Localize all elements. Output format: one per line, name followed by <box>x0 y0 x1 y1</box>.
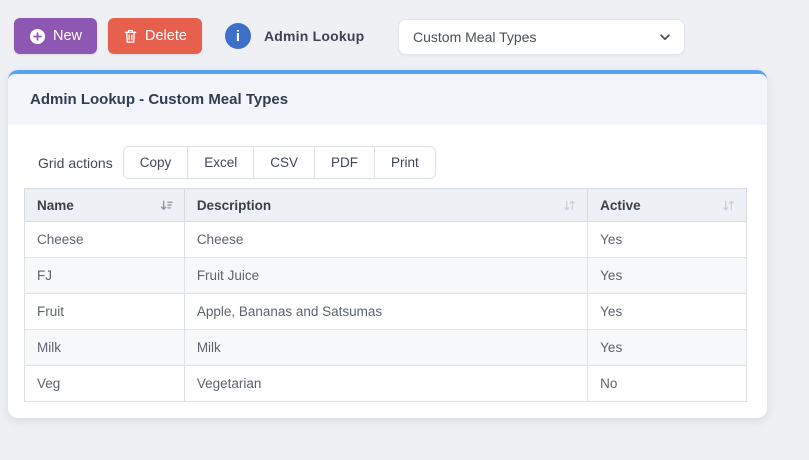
chevron-down-icon <box>658 30 672 44</box>
table-row[interactable]: Veg Vegetarian No <box>24 365 747 402</box>
column-header-active[interactable]: Active <box>587 188 747 222</box>
grid-actions-bar: Grid actions Copy Excel CSV PDF Print <box>38 146 751 179</box>
cell-active: Yes <box>587 221 747 258</box>
trash-icon <box>123 28 138 44</box>
sort-unsorted-icon <box>562 198 577 213</box>
delete-button-label: Delete <box>145 28 187 44</box>
card-body: Grid actions Copy Excel CSV PDF Print Na… <box>8 125 767 402</box>
table-header: Name Description Active <box>24 188 747 222</box>
cell-description: Milk <box>183 329 589 366</box>
table-row[interactable]: Milk Milk Yes <box>24 329 747 366</box>
toolbar: New Delete i Admin Lookup <box>14 18 364 54</box>
admin-lookup-label: Admin Lookup <box>263 28 365 44</box>
cell-active: No <box>587 365 747 402</box>
cell-active: Yes <box>587 293 747 330</box>
table-row[interactable]: Cheese Cheese Yes <box>24 221 747 258</box>
export-button-group: Copy Excel CSV PDF Print <box>122 146 436 179</box>
cell-active: Yes <box>587 257 747 294</box>
column-header-description-label: Description <box>196 197 272 213</box>
table-row[interactable]: FJ Fruit Juice Yes <box>24 257 747 294</box>
info-icon[interactable]: i <box>224 23 251 49</box>
cell-description: Vegetarian <box>183 365 589 402</box>
sort-descending-icon <box>159 198 174 213</box>
plus-circle-icon <box>29 28 46 45</box>
grid-actions-label: Grid actions <box>38 154 113 171</box>
cell-name: Veg <box>24 365 185 402</box>
column-header-active-label: Active <box>600 197 641 213</box>
table-header-row: Name Description Active <box>24 188 747 222</box>
cell-name: Milk <box>24 329 185 366</box>
admin-lookup-card: Admin Lookup - Custom Meal Types Grid ac… <box>8 70 767 418</box>
cell-active: Yes <box>587 329 747 366</box>
cell-name: Fruit <box>24 293 185 330</box>
delete-button[interactable]: Delete <box>108 18 202 54</box>
column-header-description[interactable]: Description <box>183 188 589 222</box>
pdf-button[interactable]: PDF <box>314 146 375 179</box>
column-header-name-label: Name <box>37 197 74 213</box>
sort-unsorted-icon <box>721 198 736 213</box>
cell-name: Cheese <box>24 221 185 258</box>
card-header: Admin Lookup - Custom Meal Types <box>8 74 767 125</box>
print-button[interactable]: Print <box>374 146 436 179</box>
table-body: Cheese Cheese Yes FJ Fruit Juice Yes Fru… <box>24 221 747 402</box>
copy-button[interactable]: Copy <box>122 146 189 179</box>
lookup-type-dropdown[interactable]: Custom Meal Types <box>398 19 685 55</box>
cell-description: Cheese <box>183 221 589 258</box>
cell-description: Fruit Juice <box>183 257 589 294</box>
new-button-label: New <box>53 28 83 44</box>
lookup-table: Name Description Active Cheese Cheese Ye… <box>24 188 747 402</box>
cell-name: FJ <box>24 257 185 294</box>
info-icon-glyph: i <box>235 27 241 45</box>
card-title: Admin Lookup - Custom Meal Types <box>30 91 289 108</box>
excel-button[interactable]: Excel <box>187 146 255 179</box>
new-button[interactable]: New <box>14 18 98 54</box>
column-header-name[interactable]: Name <box>24 188 185 222</box>
csv-button[interactable]: CSV <box>253 146 315 179</box>
cell-description: Apple, Bananas and Satsumas <box>183 293 589 330</box>
table-row[interactable]: Fruit Apple, Bananas and Satsumas Yes <box>24 293 747 330</box>
lookup-type-selected-value: Custom Meal Types <box>413 29 537 45</box>
